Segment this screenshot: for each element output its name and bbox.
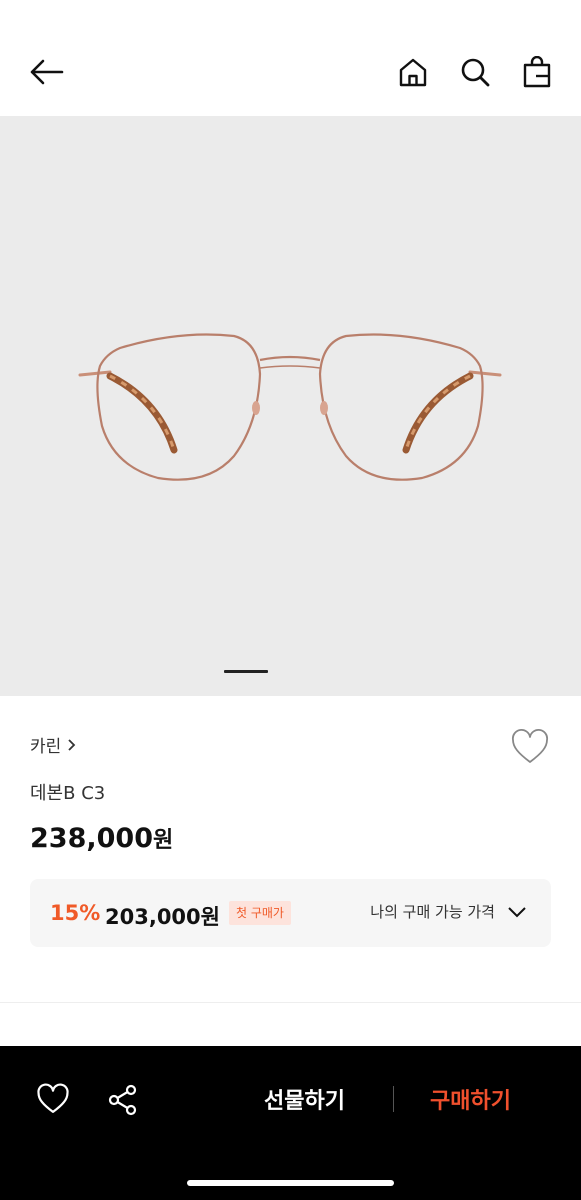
product-price: 238,000원 — [30, 822, 173, 854]
product-name: 데본B C3 — [30, 783, 106, 804]
bottom-wishlist-button[interactable] — [33, 1080, 73, 1120]
wishlist-button[interactable] — [510, 728, 550, 768]
chevron-right-icon — [68, 738, 76, 751]
home-icon — [399, 58, 427, 87]
cart-button[interactable] — [515, 50, 559, 94]
discount-rate: 15% — [50, 901, 101, 925]
heart-icon — [37, 1083, 69, 1114]
share-icon — [108, 1084, 137, 1116]
arrow-left-icon — [30, 59, 64, 85]
product-image-carousel[interactable] — [0, 116, 581, 696]
brand-name: 카린 — [30, 737, 62, 757]
search-icon — [461, 58, 490, 87]
heart-icon — [512, 729, 548, 763]
search-button[interactable] — [453, 50, 497, 94]
back-button[interactable] — [24, 50, 68, 94]
share-button[interactable] — [103, 1080, 143, 1120]
button-separator — [393, 1086, 394, 1112]
discounted-price: 203,000원 — [105, 905, 220, 929]
home-button[interactable] — [391, 50, 435, 94]
gift-button[interactable]: 선물하기 — [264, 1083, 345, 1115]
my-price-label: 나의 구매 가능 가격 — [370, 903, 495, 921]
my-price-toggle[interactable]: 나의 구매 가능 가격 — [370, 901, 527, 922]
price-unit: 원 — [152, 828, 174, 853]
price-value: 238,000 — [30, 823, 153, 854]
brand-link[interactable]: 카린 — [30, 732, 77, 757]
shopping-bag-icon — [523, 56, 551, 88]
eyeglasses-product-image — [78, 333, 502, 481]
home-indicator[interactable] — [187, 1180, 394, 1186]
promo-price-box: 15% 203,000원 첫 구매가 나의 구매 가능 가격 — [30, 879, 551, 947]
buy-button[interactable]: 구매하기 — [430, 1083, 511, 1115]
carousel-indicator — [224, 670, 268, 673]
bottom-action-bar: 선물하기 구매하기 — [0, 1046, 581, 1200]
section-divider — [0, 1002, 581, 1003]
first-purchase-badge: 첫 구매가 — [229, 901, 291, 925]
chevron-down-icon — [508, 906, 526, 917]
top-app-bar — [0, 0, 581, 116]
